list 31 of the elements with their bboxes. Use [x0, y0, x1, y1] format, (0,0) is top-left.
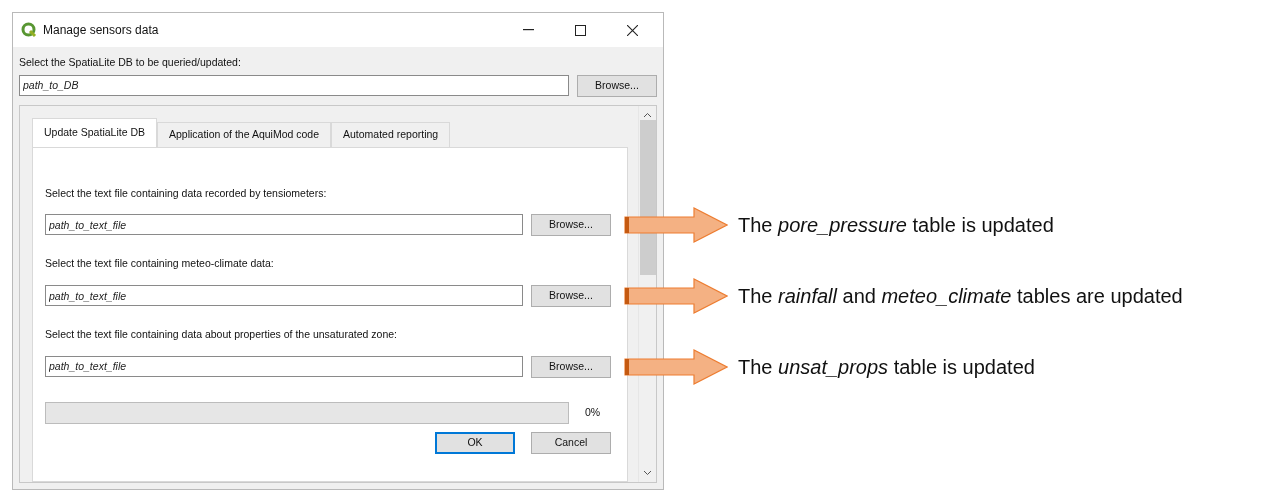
progress-percent: 0% [585, 404, 602, 420]
arrow-icon [624, 207, 728, 244]
scroll-up-icon[interactable] [643, 111, 652, 118]
browse-button[interactable]: Browse... [531, 214, 611, 237]
field-label: Select the text file containing data recorded by tensiometers: [45, 185, 328, 201]
cancel-button[interactable]: Cancel [531, 431, 611, 454]
browse-button[interactable]: Browse... [531, 285, 611, 307]
file-path-field[interactable]: path_to_text_file [45, 214, 523, 236]
field-label: Select the SpatiaLite DB to be queried/updated: [19, 55, 242, 70]
maximize-icon[interactable] [574, 24, 586, 36]
file-path-field[interactable]: path_to_text_file [45, 355, 523, 377]
minimize-icon[interactable] [522, 29, 534, 31]
window-title: Manage sensors data [43, 22, 160, 39]
field-label: Select the text file containing data about properties of the unsaturated zone: [45, 327, 398, 342]
app-logo-icon [21, 22, 37, 38]
file-path-field[interactable]: path_to_text_file [45, 285, 523, 306]
browse-button[interactable]: Browse... [531, 355, 611, 378]
ok-button[interactable]: OK [435, 431, 515, 454]
annotation-text: The rainfall and meteo_climate tables are updated [738, 284, 1183, 309]
annotation-text: The pore_pressure table is updated [738, 213, 1054, 239]
close-icon[interactable] [626, 24, 638, 36]
tab[interactable]: Application of the AquiMod code [157, 121, 331, 147]
arrow-icon [624, 348, 728, 385]
database-path-field[interactable]: path_to_DB [19, 74, 569, 96]
arrow-icon [624, 278, 728, 314]
tab[interactable]: Update SpatiaLite DB [32, 117, 157, 147]
annotation-text: The unsat_props table is updated [738, 354, 1035, 380]
tab[interactable]: Automated reporting [331, 121, 451, 147]
field-label: Select the text file containing meteo-climate data: [45, 256, 275, 272]
browse-button[interactable]: Browse... [577, 74, 657, 97]
scroll-down-icon[interactable] [643, 470, 652, 476]
